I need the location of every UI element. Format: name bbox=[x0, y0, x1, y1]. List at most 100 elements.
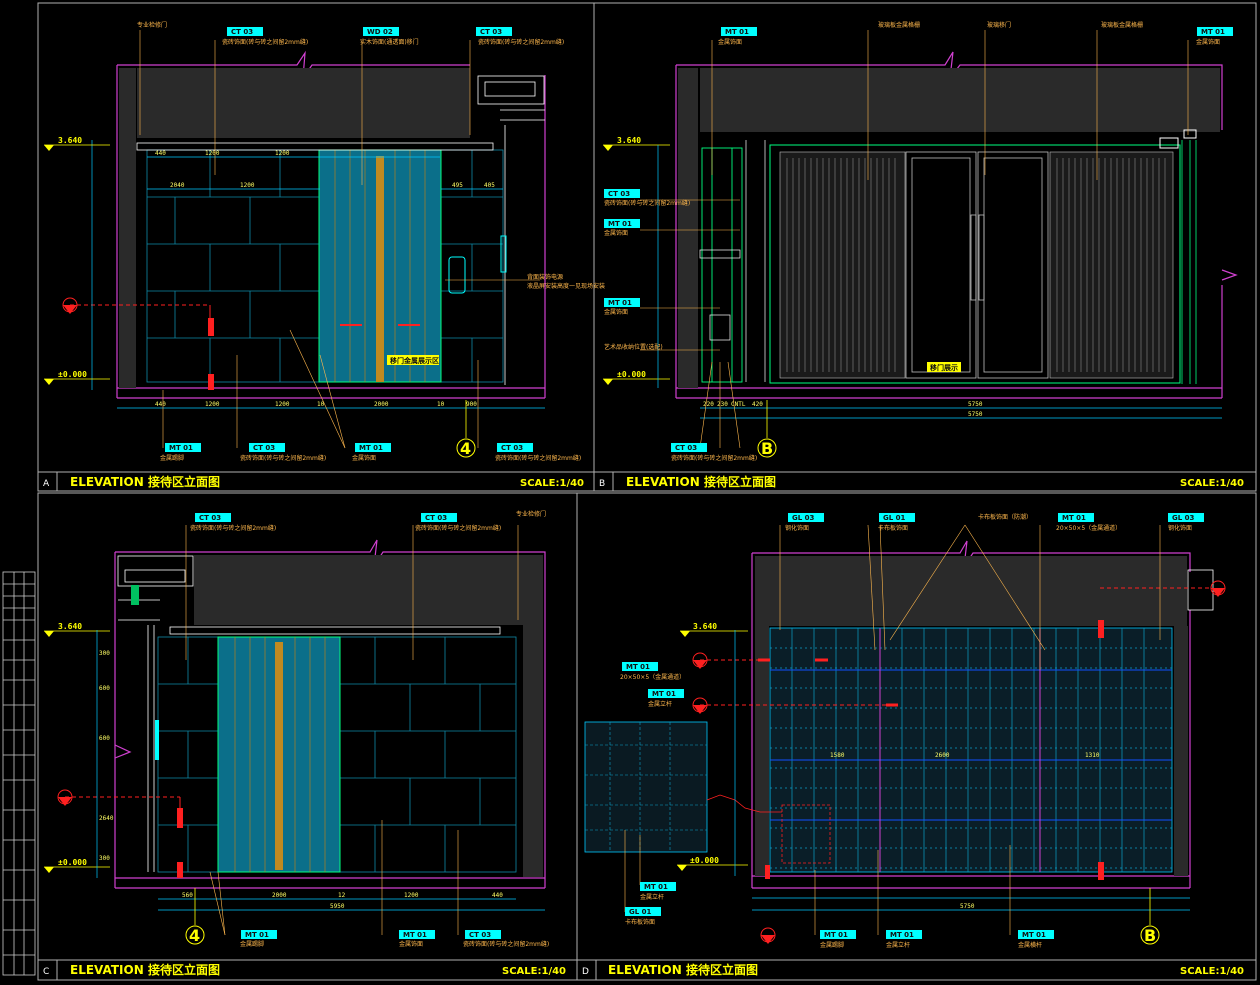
panel-title-d: ELEVATION 接待区立面图 bbox=[608, 962, 758, 977]
title-bar-c: C ELEVATION 接待区立面图 SCALE:1/40 bbox=[37, 959, 578, 981]
svg-text:MT 01: MT 01 bbox=[652, 690, 676, 698]
note-a-ct03-top: 瓷砖饰面(砖与砖之间留2mm缝) bbox=[222, 38, 308, 46]
note-a-ct03-bottom-right: 瓷砖饰面(砖与砖之间留2mm缝) bbox=[495, 454, 581, 462]
dim-d-mid-2: 1310 bbox=[1085, 752, 1100, 759]
dim-d-total: 5750 bbox=[960, 903, 975, 910]
note-a-wd02: 实木饰面(通透面)移门 bbox=[360, 38, 419, 46]
svg-text:MT 01: MT 01 bbox=[824, 931, 848, 939]
dim-c-v-4: 300 bbox=[99, 855, 110, 862]
dim-c-bot-1: 2000 bbox=[272, 892, 287, 899]
left-wall-hatch bbox=[119, 68, 136, 388]
note-b-mt01-right: 金属饰面 bbox=[1196, 38, 1220, 46]
title-bar-b: B ELEVATION 接待区立面图 SCALE:1/40 bbox=[593, 471, 1257, 492]
note-d-n7: 卡布板饰面 bbox=[625, 918, 655, 926]
dim-b-bot-1: 230 bbox=[717, 401, 728, 408]
note-c-mt01-left: 金属踢脚 bbox=[240, 940, 264, 948]
grille-right-b bbox=[1049, 151, 1174, 379]
panel-scale-a: SCALE:1/40 bbox=[520, 478, 584, 489]
svg-text:MT 01: MT 01 bbox=[626, 663, 650, 671]
svg-text:CT 03: CT 03 bbox=[199, 514, 221, 522]
signage-box-a bbox=[448, 256, 466, 294]
svg-text:MT 01: MT 01 bbox=[1062, 514, 1086, 522]
dim-c-v-2: 600 bbox=[99, 735, 110, 742]
dim-b-bot-2: CNTL bbox=[731, 401, 746, 408]
dim-a-bot-4: 2000 bbox=[374, 401, 389, 408]
grid-bubble-a: 4 bbox=[456, 400, 476, 458]
svg-text:MT 01: MT 01 bbox=[403, 931, 427, 939]
ceiling-hatch-b bbox=[700, 68, 1220, 132]
dim-d-mid-1: 2600 bbox=[935, 752, 950, 759]
dim-c-bot-2: 12 bbox=[338, 892, 346, 899]
cad-drawing-canvas: A ELEVATION 接待区立面图 SCALE:1/40 B ELEVATIO… bbox=[2, 2, 1257, 981]
dim-b-total-2: 5750 bbox=[968, 411, 983, 418]
panel-letter-a: A bbox=[43, 479, 50, 489]
dim-a-row2-1: 1200 bbox=[240, 182, 255, 189]
note-d-n8: 金属踢脚 bbox=[820, 941, 844, 949]
svg-text:MT 01: MT 01 bbox=[890, 931, 914, 939]
dim-c-total: 5950 bbox=[330, 903, 345, 910]
panel-title-a: ELEVATION 接待区立面图 bbox=[70, 474, 220, 489]
elevation-c: 3.640 ±0.000 300 600 600 2640 300 560 20… bbox=[44, 510, 549, 948]
svg-text:GL 03: GL 03 bbox=[1172, 514, 1195, 522]
svg-text:B: B bbox=[761, 439, 773, 458]
svg-text:±0.000: ±0.000 bbox=[58, 370, 87, 379]
side-title-strip bbox=[2, 571, 36, 976]
svg-text:GL 01: GL 01 bbox=[883, 514, 906, 522]
elevation-d: 1580 2600 1310 3.640 ±0.000 5750 GL 03 钢… bbox=[584, 513, 1226, 949]
note-b-n2: 玻璃移门 bbox=[987, 21, 1011, 29]
svg-text:CT 03: CT 03 bbox=[501, 444, 523, 452]
note-d-n5: 钢化饰面 bbox=[1168, 524, 1192, 532]
tile-wall-c-left bbox=[157, 636, 219, 873]
svg-text:MT 01: MT 01 bbox=[608, 299, 632, 307]
panel-title-b: ELEVATION 接待区立面图 bbox=[626, 474, 776, 489]
svg-text:±0.000: ±0.000 bbox=[617, 370, 646, 379]
door-handle-a bbox=[376, 156, 384, 382]
note-a-mt01: 金属饰面 bbox=[352, 454, 376, 462]
dim-a-top-1: 1200 bbox=[205, 150, 220, 157]
svg-text:B: B bbox=[1144, 926, 1156, 945]
ceiling-hatch-c bbox=[194, 555, 524, 625]
svg-text:CT 03: CT 03 bbox=[231, 28, 253, 36]
note-b-ct03-bottom: 瓷砖饰面(砖与砖之间留2mm缝) bbox=[671, 454, 757, 462]
dim-c-v-0: 300 bbox=[99, 650, 110, 657]
note-b-n1: 玻璃板金属格栅 bbox=[878, 21, 920, 29]
svg-text:CT 03: CT 03 bbox=[480, 28, 502, 36]
note-c-mt01-mid: 金属饰面 bbox=[399, 940, 423, 948]
note-a-bottom-mt: 金属踢脚 bbox=[160, 454, 184, 462]
grille-left-b bbox=[779, 151, 906, 379]
dim-a-bot-5: 10 bbox=[437, 401, 445, 408]
note-d-n10: 金属横杆 bbox=[1018, 941, 1042, 949]
svg-text:4: 4 bbox=[189, 926, 200, 945]
svg-text:3.640: 3.640 bbox=[617, 136, 641, 145]
note-b-mt01-top: 金属饰面 bbox=[718, 38, 742, 46]
note-c-top-right: 专业检修门 bbox=[516, 510, 546, 518]
note-d-n6b: 金属立杆 bbox=[886, 941, 910, 949]
svg-text:MT 01: MT 01 bbox=[725, 28, 749, 36]
note-a-ct03-right: 瓷砖饰面(砖与砖之间留2mm缝) bbox=[478, 38, 564, 46]
dim-a-row2-0: 2040 bbox=[170, 182, 185, 189]
level-marker-b-top: 3.640 bbox=[603, 136, 670, 151]
svg-text:3.640: 3.640 bbox=[693, 622, 717, 631]
note-a-ct03-bottom: 瓷砖饰面(砖与砖之间留2mm缝) bbox=[240, 454, 326, 462]
dim-a-bot-6: 900 bbox=[466, 401, 477, 408]
note-b-ct03-left: 瓷砖饰面(砖与砖之间留2mm缝) bbox=[604, 199, 690, 207]
svg-text:CT 03: CT 03 bbox=[253, 444, 275, 452]
svg-text:CT 03: CT 03 bbox=[425, 514, 447, 522]
dim-c-bot-0: 560 bbox=[182, 892, 193, 899]
svg-text:±0.000: ±0.000 bbox=[690, 856, 719, 865]
dim-a-top-0: 440 bbox=[155, 150, 166, 157]
note-a-side2: 液晶屏安装高度一见现场安装 bbox=[527, 282, 605, 290]
dim-a-right-0: 495 bbox=[452, 182, 463, 189]
svg-text:±0.000: ±0.000 bbox=[58, 858, 87, 867]
elevation-a: 440 1200 1200 2040 1200 495 405 440 1200… bbox=[44, 21, 605, 462]
ceiling-hatch-d bbox=[755, 556, 1187, 626]
svg-text:移门展示: 移门展示 bbox=[930, 363, 958, 372]
grid-bubble-d: B bbox=[1140, 888, 1160, 945]
svg-text:CT 03: CT 03 bbox=[608, 190, 630, 198]
svg-text:GL 03: GL 03 bbox=[792, 514, 815, 522]
panel-scale-d: SCALE:1/40 bbox=[1180, 966, 1244, 977]
note-d-n4: 20×50×5（金属通道） bbox=[1056, 524, 1121, 532]
svg-text:4: 4 bbox=[460, 439, 471, 458]
door-handle-c bbox=[275, 642, 283, 870]
note-b-mt01-mid: 金属饰面 bbox=[604, 308, 628, 316]
